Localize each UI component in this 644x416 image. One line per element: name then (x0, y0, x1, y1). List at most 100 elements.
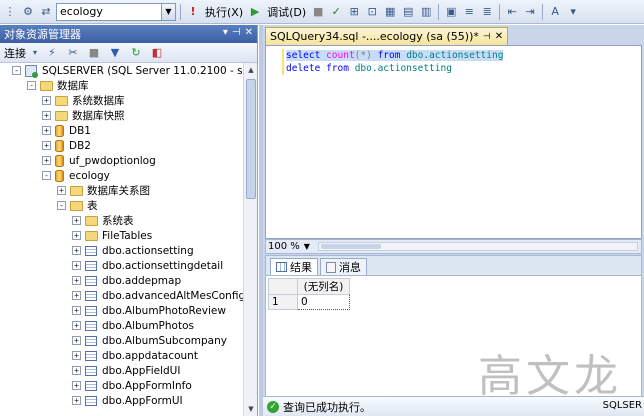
tree-node[interactable]: + 系统表 (72, 213, 134, 228)
include-plan-icon[interactable]: ▦ (382, 4, 398, 20)
code-line-2[interactable]: delete from dbo.actionsetting (286, 62, 452, 75)
tree-node[interactable]: + dbo.AppFieldUI (72, 363, 180, 378)
tree-node[interactable]: + dbo.advancedAltMesConfig (72, 288, 244, 303)
tree-node[interactable]: + dbo.addepmap (72, 273, 181, 288)
expand-icon[interactable]: + (72, 216, 81, 225)
tree-node[interactable]: + dbo.AlbumPhotos (72, 318, 194, 333)
collapse-icon[interactable]: - (12, 66, 21, 75)
tree-node[interactable]: + DB1 (42, 123, 91, 138)
code-line-1[interactable]: select count(*) from dbo.actionsetting (286, 49, 504, 62)
expand-icon[interactable]: + (42, 96, 51, 105)
query-document-tab[interactable]: SQLQuery34.sql -....ecology (sa (55))* ⊣… (265, 27, 509, 45)
tree-node[interactable]: - 数据库 (27, 78, 89, 93)
tree-node[interactable]: + dbo.actionsettingdetail (72, 258, 223, 273)
row-number[interactable]: 1 (268, 294, 298, 310)
chevron-down-icon[interactable]: ▼ (161, 3, 175, 20)
tree-node[interactable]: + dbo.AlbumPhotoReview (72, 303, 226, 318)
tree-node[interactable]: + FileTables (72, 228, 152, 243)
tree-node[interactable]: + dbo.actionsetting (72, 243, 194, 258)
scrollbar-thumb[interactable] (246, 79, 256, 199)
stop-icon[interactable]: ■ (310, 4, 326, 20)
expand-icon[interactable]: + (72, 261, 81, 270)
available-databases-select[interactable]: ecology ▼ (56, 2, 176, 21)
tree-node[interactable]: + 数据库快照 (42, 108, 125, 123)
results-to-grid-icon[interactable]: ▤ (400, 4, 416, 20)
expand-icon[interactable]: + (72, 381, 81, 390)
results-to-file-icon[interactable]: ▣ (443, 4, 459, 20)
uncomment-icon[interactable]: ≣ (479, 4, 495, 20)
column-header[interactable]: (无列名) (297, 278, 350, 295)
filter-icon[interactable]: ▼ (107, 45, 123, 61)
pin-icon[interactable]: ⊣ (483, 32, 491, 42)
outdent-icon[interactable]: ⇤ (504, 4, 520, 20)
expand-icon[interactable]: + (57, 186, 66, 195)
tree-node[interactable]: + uf_pwdoptionlog (42, 153, 156, 168)
query-options-icon[interactable]: ⚙ (20, 4, 36, 20)
comment-icon[interactable]: ≡ (461, 4, 477, 20)
chevron-down-icon[interactable]: ▾ (31, 45, 39, 61)
tree-node[interactable]: + 系统数据库 (42, 93, 125, 108)
expand-icon[interactable]: + (72, 231, 81, 240)
success-check-icon: ✓ (267, 400, 279, 413)
refresh-icon[interactable]: ↻ (128, 45, 144, 61)
editor-horizontal-scrollbar[interactable] (318, 242, 638, 251)
chevron-down-icon[interactable]: ▾ (223, 27, 228, 38)
close-icon[interactable]: ✕ (245, 27, 253, 38)
debug-button[interactable]: ▶ 调试(D) (247, 4, 308, 20)
change-connection-icon[interactable]: ⇄ (38, 4, 54, 20)
tree-node[interactable]: + dbo.AlbumSubcompany (72, 333, 227, 348)
expand-icon[interactable]: + (72, 246, 81, 255)
result-cell[interactable]: 0 (297, 294, 350, 310)
scrollbar-thumb[interactable] (321, 244, 381, 249)
tree-node[interactable]: -表 (57, 198, 98, 213)
collapse-icon[interactable]: - (57, 201, 66, 210)
toolbar-overflow-icon[interactable]: ▾ (565, 4, 581, 20)
activity-monitor-icon[interactable]: ◧ (149, 45, 165, 61)
tab-results[interactable]: 结果 (270, 258, 318, 275)
query-designer-icon[interactable]: ⊡ (364, 4, 380, 20)
row-number-header[interactable] (268, 278, 298, 295)
execute-button[interactable]: ! 执行(X) (185, 4, 245, 20)
tree-node[interactable]: + 数据库关系图 (57, 183, 150, 198)
disconnect-icon[interactable]: ✂ (65, 45, 81, 61)
sql-editor[interactable]: select count(*) from dbo.actionsetting d… (265, 45, 642, 239)
tree-node[interactable]: + dbo.AppFormInfo (72, 378, 192, 393)
tree-node[interactable]: - ecology (42, 168, 110, 183)
tab-messages[interactable]: 消息 (320, 258, 367, 275)
tree-node[interactable]: - SQLSERVER (SQL Server 11.0.2100 - sa) (12, 63, 244, 78)
database-icon (55, 169, 64, 182)
connect-button[interactable]: 连接 (4, 45, 26, 61)
expand-icon[interactable]: + (72, 321, 81, 330)
expand-icon[interactable]: + (42, 126, 51, 135)
connect-icon[interactable]: ⚡ (44, 45, 60, 61)
expand-icon[interactable]: + (72, 276, 81, 285)
collapse-icon[interactable]: - (27, 81, 36, 90)
expand-icon[interactable]: + (42, 141, 51, 150)
tree-node[interactable]: + dbo.appdatacount (72, 348, 198, 363)
tree-node[interactable]: + DB2 (42, 138, 91, 153)
expand-icon[interactable]: + (72, 336, 81, 345)
specify-values-icon[interactable]: A (547, 4, 563, 20)
expand-icon[interactable]: + (72, 366, 81, 375)
collapse-icon[interactable]: - (42, 171, 51, 180)
expand-icon[interactable]: + (72, 396, 81, 405)
exclamation-icon: ! (190, 4, 196, 18)
chevron-down-icon[interactable]: ▼ (304, 242, 310, 251)
stop-icon[interactable]: ■ (86, 45, 102, 61)
scroll-up-icon[interactable]: ▲ (244, 63, 258, 77)
expand-icon[interactable]: + (42, 156, 51, 165)
results-to-text-icon[interactable]: ▥ (418, 4, 434, 20)
scroll-down-icon[interactable]: ▼ (244, 402, 258, 416)
zoom-select[interactable]: 100 % ▼ (268, 241, 310, 252)
pin-icon[interactable]: ⊣ (232, 27, 241, 38)
expand-icon[interactable]: + (72, 291, 81, 300)
expand-icon[interactable]: + (42, 111, 51, 120)
tree-node[interactable]: + dbo.AppFormUI (72, 393, 183, 408)
indent-icon[interactable]: ⇥ (522, 4, 538, 20)
expand-icon[interactable]: + (72, 306, 81, 315)
tree-vertical-scrollbar[interactable]: ▲ ▼ (243, 63, 257, 416)
close-icon[interactable]: ✕ (495, 31, 503, 42)
parse-checkmark-icon[interactable]: ✓ (328, 4, 344, 20)
display-plan-icon[interactable]: ⊞ (346, 4, 362, 20)
expand-icon[interactable]: + (72, 351, 81, 360)
